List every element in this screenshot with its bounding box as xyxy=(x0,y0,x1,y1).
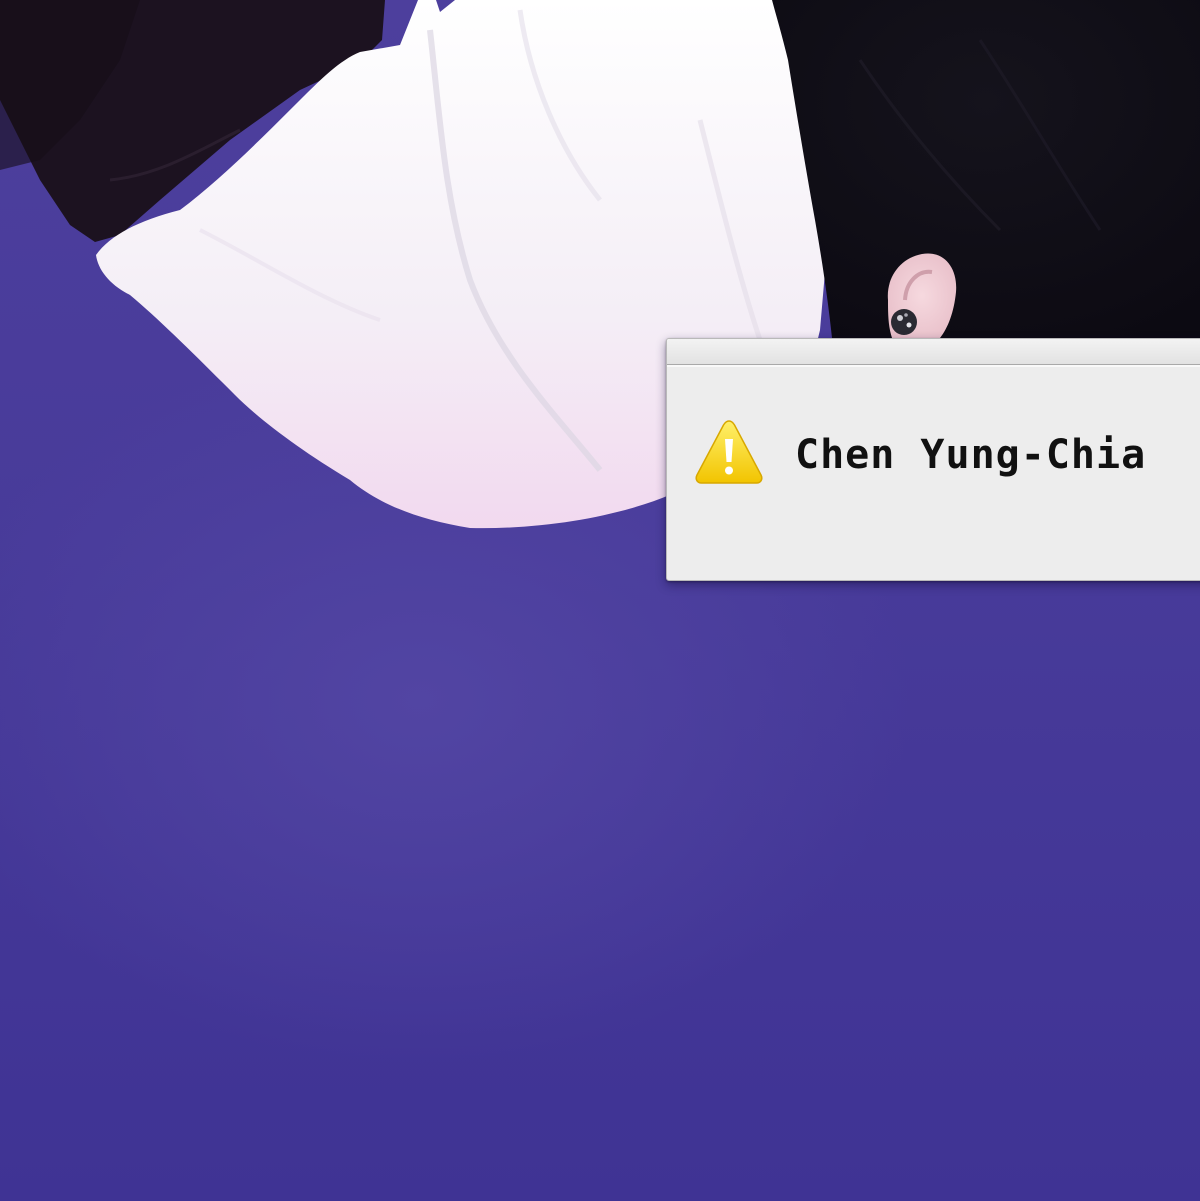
dialog-titlebar[interactable] xyxy=(667,339,1200,367)
warning-icon xyxy=(693,417,765,489)
dialog-message: Chen Yung-Chia xyxy=(795,432,1147,478)
alert-dialog: Chen Yung-Chia xyxy=(666,338,1200,581)
